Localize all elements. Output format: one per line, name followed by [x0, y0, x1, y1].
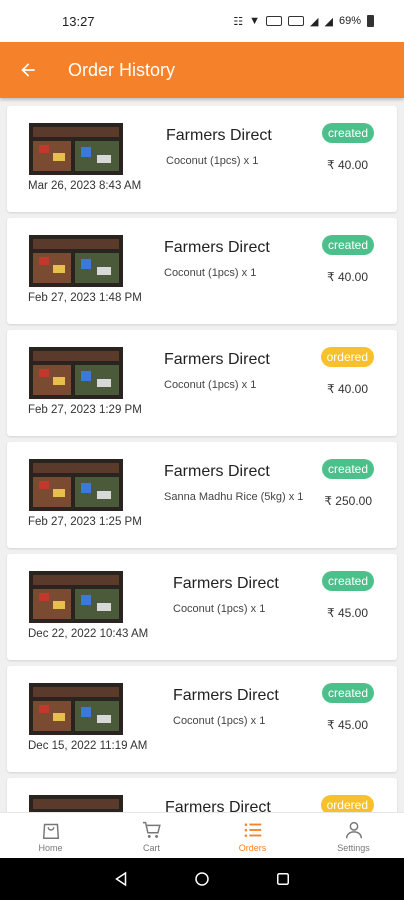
order-item: Coconut (1pcs) x 1 — [166, 155, 259, 167]
store-thumbnail — [29, 571, 123, 623]
status-time: 13:27 — [62, 13, 95, 29]
order-item: Coconut (1pcs) x 1 — [164, 379, 257, 391]
store-name: Farmers Direct — [173, 575, 279, 592]
order-item: Coconut (1pcs) x 1 — [164, 267, 257, 279]
order-date: Dec 22, 2022 10:43 AM — [28, 628, 149, 640]
app-bar: Order History — [0, 42, 404, 98]
order-item: Sanna Madhu Rice (5kg) x 1 — [164, 491, 304, 503]
bag-icon — [42, 823, 59, 839]
order-date: Feb 27, 2023 1:48 PM — [28, 292, 142, 304]
system-nav-bar — [0, 858, 404, 900]
person-icon — [345, 821, 362, 838]
order-card[interactable]: Farmers Direct ordered — [7, 778, 397, 812]
nav-cart-label: Cart — [142, 842, 160, 853]
store-name: Farmers Direct — [165, 799, 271, 812]
order-card[interactable]: Feb 27, 2023 1:48 PM Farmers Direct Coco… — [7, 218, 397, 324]
store-thumbnail — [29, 123, 123, 175]
status-badge: ordered — [320, 347, 374, 367]
arrow-left-icon — [21, 63, 35, 77]
status-badge: created — [321, 683, 374, 703]
list-icon — [244, 823, 261, 837]
order-date: Feb 27, 2023 1:29 PM — [28, 404, 142, 416]
store-name: Farmers Direct — [164, 239, 270, 256]
battery-percent: 69% — [338, 15, 361, 27]
order-card[interactable]: Feb 27, 2023 1:29 PM Farmers Direct Coco… — [7, 330, 397, 436]
store-thumbnail — [29, 235, 123, 287]
status-badge: created — [321, 123, 374, 143]
status-badge: created — [321, 459, 374, 479]
status-badge: ordered — [320, 795, 374, 812]
order-item: Coconut (1pcs) x 1 — [173, 603, 266, 615]
back-button[interactable] — [0, 42, 56, 98]
order-date: Mar 26, 2023 8:43 AM — [28, 180, 142, 192]
volte-icon — [266, 16, 283, 26]
order-price: ₹ 40.00 — [327, 270, 368, 284]
order-card[interactable]: Dec 22, 2022 10:43 AM Farmers Direct Coc… — [7, 554, 397, 660]
signal-icon-2: ◢ — [324, 15, 333, 28]
order-card[interactable]: Dec 15, 2022 11:19 AM Farmers Direct Coc… — [7, 666, 397, 772]
nav-settings-label: Settings — [337, 842, 370, 853]
home-circle-icon[interactable] — [193, 870, 211, 888]
nav-home[interactable]: Home — [0, 813, 101, 858]
nav-cart[interactable]: Cart — [101, 813, 202, 858]
volte-icon-2 — [288, 16, 305, 26]
vibrate-icon: ☷ — [233, 15, 244, 28]
order-price: ₹ 40.00 — [327, 382, 368, 396]
nav-orders-label: Orders — [238, 842, 267, 853]
order-price: ₹ 40.00 — [327, 158, 368, 172]
signal-icon: ◢ — [310, 15, 319, 28]
store-name: Farmers Direct — [164, 351, 270, 368]
store-thumbnail — [29, 683, 123, 735]
store-thumbnail — [29, 795, 123, 812]
store-thumbnail — [29, 347, 123, 399]
page-title: Order History — [68, 59, 176, 80]
store-name: Farmers Direct — [173, 687, 279, 704]
order-price: ₹ 45.00 — [327, 718, 368, 732]
order-date: Dec 15, 2022 11:19 AM — [28, 740, 148, 752]
nav-home-label: Home — [38, 842, 63, 853]
wifi-icon: ▼ — [249, 15, 261, 27]
back-triangle-icon[interactable] — [112, 870, 130, 888]
cart-icon — [142, 821, 161, 838]
status-icons: ☷ ▼ ◢ ◢ 69% — [233, 15, 374, 28]
store-name: Farmers Direct — [166, 127, 272, 144]
status-badge: created — [321, 571, 374, 591]
store-thumbnail — [29, 459, 123, 511]
status-badge: created — [321, 235, 374, 255]
recents-square-icon[interactable] — [274, 870, 292, 888]
order-card[interactable]: Feb 27, 2023 1:25 PM Farmers Direct Sann… — [7, 442, 397, 548]
order-card[interactable]: Mar 26, 2023 8:43 AM Farmers Direct Coco… — [7, 106, 397, 212]
order-price: ₹ 250.00 — [324, 494, 372, 508]
nav-settings[interactable]: Settings — [303, 813, 404, 858]
order-date: Feb 27, 2023 1:25 PM — [28, 516, 142, 528]
battery-icon — [367, 15, 374, 27]
nav-orders[interactable]: Orders — [202, 813, 303, 858]
store-name: Farmers Direct — [164, 463, 270, 480]
order-item: Coconut (1pcs) x 1 — [173, 715, 266, 727]
order-price: ₹ 45.00 — [327, 606, 368, 620]
order-list[interactable]: Mar 26, 2023 8:43 AM Farmers Direct Coco… — [0, 106, 404, 812]
status-bar: 13:27 ☷ ▼ ◢ ◢ 69% — [0, 0, 404, 42]
bottom-nav: Home Cart Orders Settings — [0, 812, 404, 858]
